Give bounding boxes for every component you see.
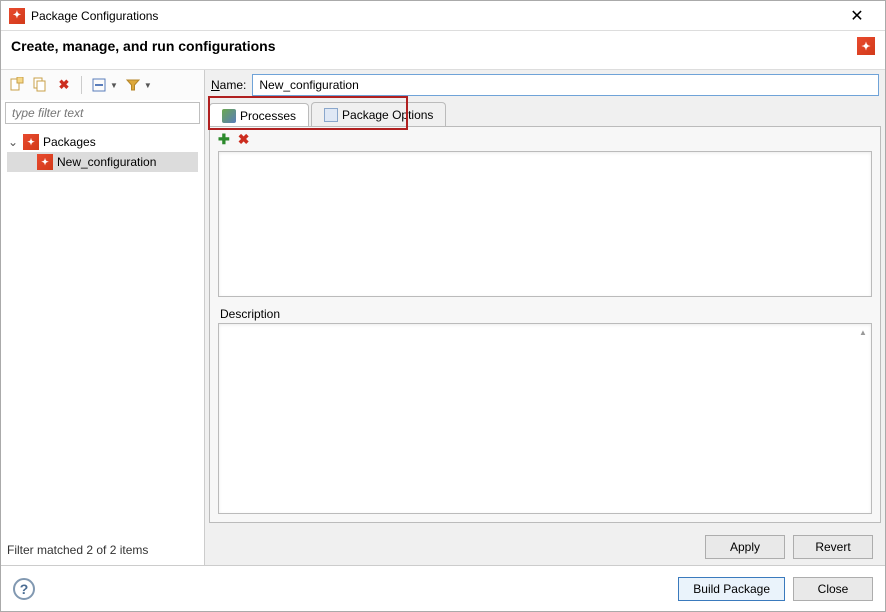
description-label: Description (220, 307, 870, 321)
revert-button[interactable]: Revert (793, 535, 873, 559)
left-toolbar: ✖ ▼ ▼ (1, 70, 204, 100)
description-textarea[interactable]: ▲ (218, 323, 872, 514)
toolbar-separator (81, 76, 82, 94)
filter-button[interactable] (124, 76, 142, 94)
app-icon: ✦ (9, 8, 25, 24)
dialog-header: Create, manage, and run configurations ✦ (1, 31, 885, 69)
collapse-dropdown-icon[interactable]: ▼ (110, 81, 118, 90)
packages-icon: ✦ (23, 134, 39, 150)
processes-icon (222, 109, 236, 123)
tab-package-options-label: Package Options (342, 108, 433, 122)
build-package-button[interactable]: Build Package (678, 577, 785, 601)
package-options-icon (324, 108, 338, 122)
name-row: Name: (205, 70, 885, 100)
collapse-all-button[interactable] (90, 76, 108, 94)
dialog-heading: Create, manage, and run configurations (11, 38, 857, 54)
processes-list[interactable] (218, 151, 872, 297)
remove-process-button[interactable]: ✖ (238, 131, 250, 148)
tab-processes-label: Processes (240, 109, 296, 123)
config-icon: ✦ (37, 154, 53, 170)
add-process-button[interactable]: ✚ (218, 131, 230, 148)
left-pane: ✖ ▼ ▼ ⌄ ✦ Packages ✦ (1, 70, 205, 565)
name-label: Name: (211, 78, 246, 92)
tree-item-label: New_configuration (57, 155, 156, 169)
tree-expand-icon[interactable]: ⌄ (7, 135, 19, 149)
titlebar: ✦ Package Configurations ✕ (1, 1, 885, 31)
body-split: ✖ ▼ ▼ ⌄ ✦ Packages ✦ (1, 69, 885, 565)
duplicate-config-button[interactable] (31, 76, 49, 94)
bottom-bar: ? Build Package Close (1, 565, 885, 611)
filter-dropdown-icon[interactable]: ▼ (144, 81, 152, 90)
close-button[interactable]: Close (793, 577, 873, 601)
tab-package-options[interactable]: Package Options (311, 102, 446, 126)
tree-root-label: Packages (43, 135, 96, 149)
new-config-button[interactable] (7, 76, 25, 94)
right-pane: Name: Processes Package Options ✚ ✖ (205, 70, 885, 565)
dialog-window: ✦ Package Configurations ✕ Create, manag… (0, 0, 886, 612)
filter-match-status: Filter matched 2 of 2 items (1, 539, 204, 565)
tab-processes[interactable]: Processes (209, 103, 309, 127)
window-title: Package Configurations (31, 9, 837, 23)
config-tree[interactable]: ⌄ ✦ Packages ✦ New_configuration (1, 128, 204, 539)
processes-toolbar: ✚ ✖ (210, 127, 880, 151)
scroll-up-icon[interactable]: ▲ (857, 326, 869, 338)
tree-item-new-configuration[interactable]: ✦ New_configuration (7, 152, 198, 172)
apply-button[interactable]: Apply (705, 535, 785, 559)
apply-revert-row: Apply Revert (205, 529, 885, 565)
header-icon: ✦ (857, 37, 875, 55)
delete-config-button[interactable]: ✖ (55, 76, 73, 94)
filter-text-input[interactable] (5, 102, 200, 124)
help-button[interactable]: ? (13, 578, 35, 600)
tab-strip: Processes Package Options (205, 100, 885, 126)
window-close-button[interactable]: ✕ (837, 1, 877, 31)
tab-content-processes: ✚ ✖ Description ▲ (209, 126, 881, 523)
name-input[interactable] (252, 74, 879, 96)
tree-root-packages[interactable]: ⌄ ✦ Packages (3, 132, 202, 152)
